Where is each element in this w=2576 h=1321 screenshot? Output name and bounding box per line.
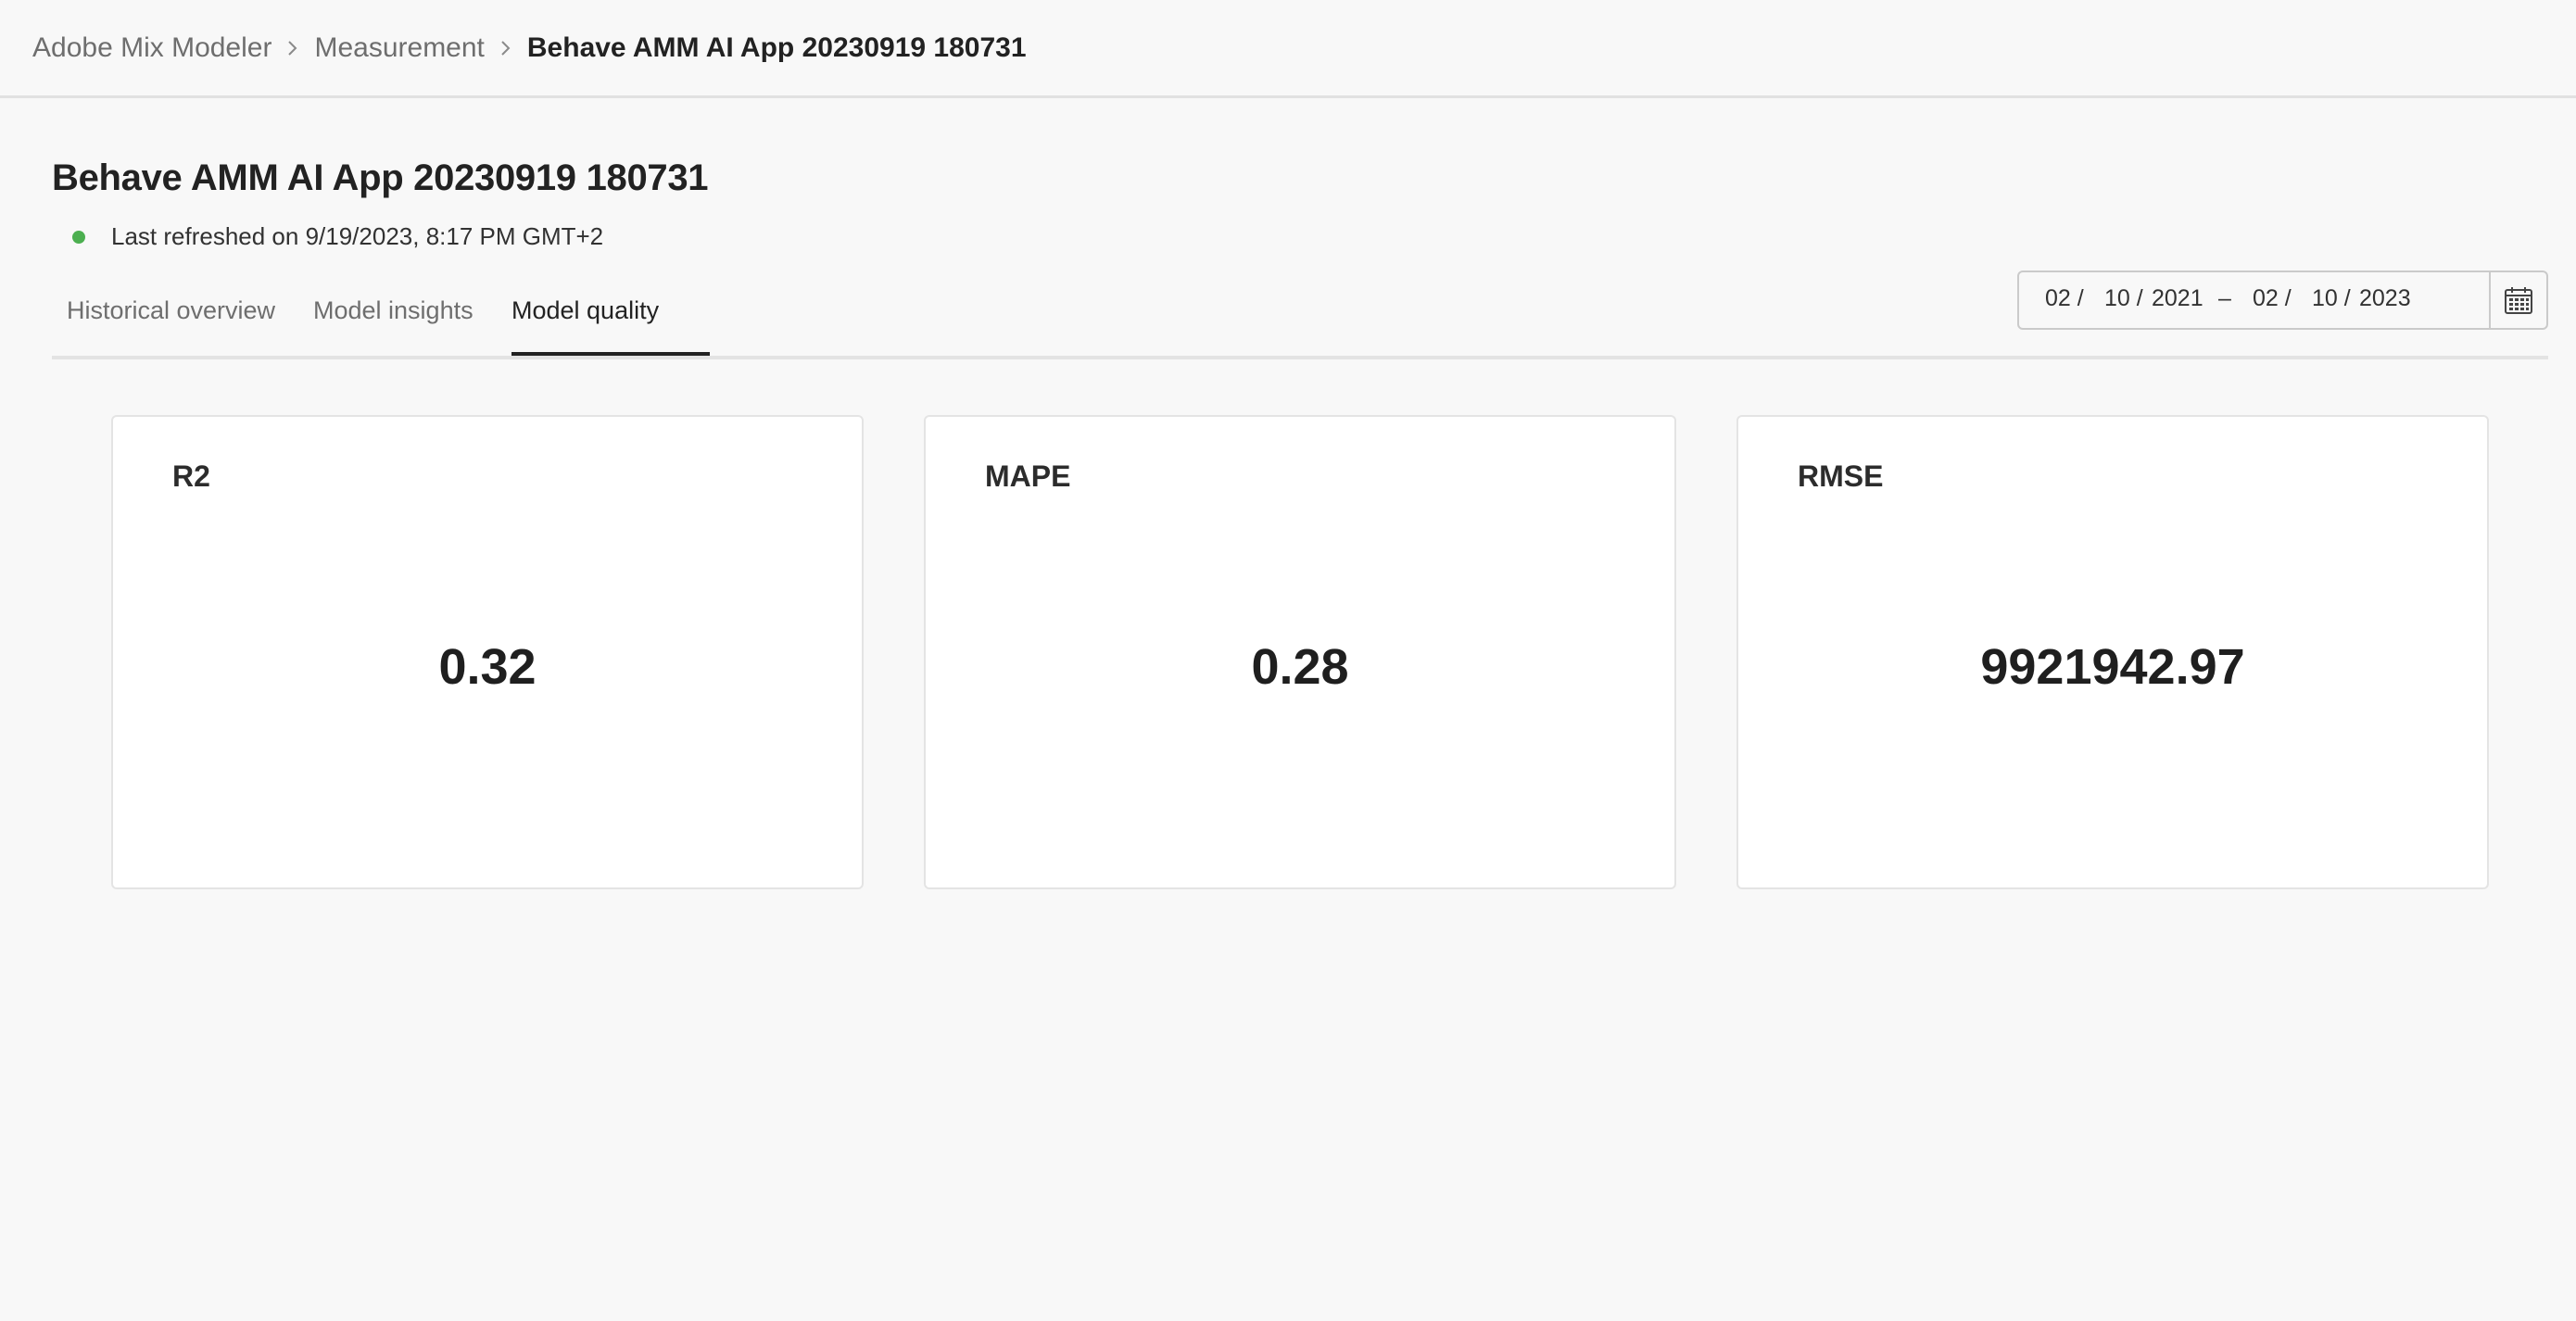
metric-card-rmse: RMSE 9921942.97 (1736, 415, 2489, 889)
end-month-field[interactable]: 02 / (2253, 285, 2292, 312)
start-month-field[interactable]: 02 / (2045, 285, 2084, 312)
metric-value: 9921942.97 (1980, 639, 2245, 695)
page-title: Behave AMM AI App 20230919 180731 (52, 157, 709, 198)
breadcrumb-item-adobe-mix-modeler[interactable]: Adobe Mix Modeler (32, 32, 271, 64)
breadcrumb: Adobe Mix Modeler Measurement Behave AMM… (0, 0, 2576, 98)
status-dot-icon (72, 230, 85, 244)
start-day-field[interactable]: 10 / (2104, 285, 2143, 312)
tab-active-indicator (511, 352, 710, 356)
refresh-status: Last refreshed on 9/19/2023, 8:17 PM GMT… (72, 222, 603, 251)
chevron-right-icon (271, 34, 314, 62)
date-range-separator: – (2218, 285, 2231, 311)
metric-label: MAPE (985, 459, 1071, 493)
metric-value: 0.28 (1251, 639, 1349, 695)
breadcrumb-item-measurement[interactable]: Measurement (314, 32, 484, 64)
calendar-icon (2505, 287, 2532, 314)
calendar-button[interactable] (2489, 272, 2546, 328)
tab-historical-overview[interactable]: Historical overview (67, 296, 275, 359)
end-day-field[interactable]: 10 / (2312, 285, 2351, 312)
status-text: Last refreshed on 9/19/2023, 8:17 PM GMT… (111, 222, 604, 250)
metric-label: RMSE (1798, 459, 1884, 493)
tab-model-insights[interactable]: Model insights (313, 296, 474, 359)
tab-model-quality[interactable]: Model quality (511, 296, 659, 359)
end-year-field[interactable]: 2023 (2359, 285, 2411, 312)
chevron-right-icon (485, 34, 527, 62)
start-year-field[interactable]: 2021 (2152, 285, 2203, 312)
metric-label: R2 (172, 459, 210, 493)
metric-value: 0.32 (438, 639, 537, 695)
date-range-picker: 02 / 10 / 2021 – 02 / 10 / 2023 (2017, 270, 2548, 330)
metric-card-r2: R2 0.32 (111, 415, 864, 889)
metric-card-mape: MAPE 0.28 (924, 415, 1676, 889)
breadcrumb-current: Behave AMM AI App 20230919 180731 (526, 31, 1027, 63)
